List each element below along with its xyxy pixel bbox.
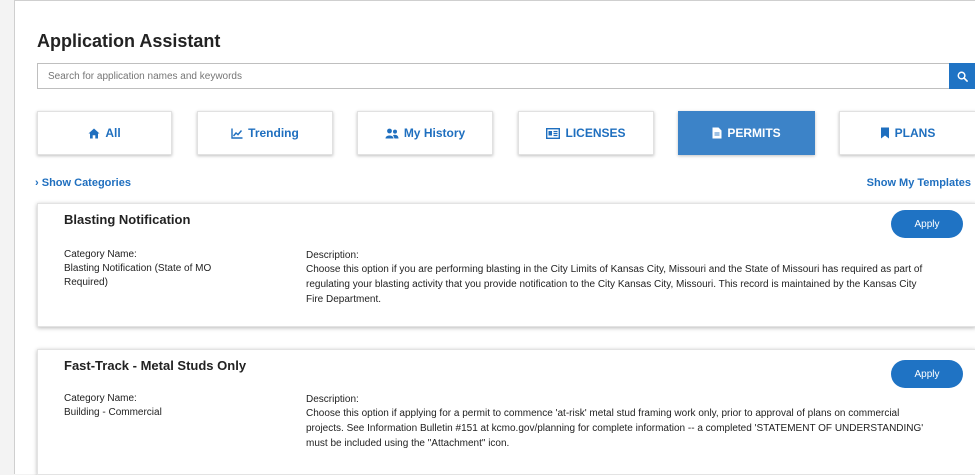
document-icon (712, 127, 722, 139)
tab-label: PLANS (894, 126, 936, 140)
tab-label: Trending (248, 126, 299, 140)
tab-label: LICENSES (565, 126, 626, 140)
home-icon (88, 128, 100, 138)
description-heading: Description: (306, 394, 359, 405)
id-card-icon (546, 127, 561, 139)
category-tabs: All Trending My History LICENSES PERMITS… (37, 111, 975, 156)
description-text: Choose this option if applying for a per… (306, 408, 924, 449)
tab-plans[interactable]: PLANS (839, 111, 975, 155)
show-categories-link[interactable]: › Show Categories (35, 177, 131, 189)
chevron-right-icon: › (35, 177, 39, 189)
line-chart-icon (231, 128, 243, 139)
category-value: Building - Commercial (64, 407, 162, 418)
tab-trending[interactable]: Trending (197, 111, 333, 155)
tab-licenses[interactable]: LICENSES (518, 111, 654, 155)
search-button[interactable] (949, 63, 975, 89)
bookmark-icon (880, 127, 889, 139)
record-card: Fast-Track - Metal Studs Only Apply Cate… (37, 349, 975, 475)
tab-label: My History (403, 126, 466, 140)
search-icon (957, 71, 968, 82)
show-my-templates-link[interactable]: Show My Templates (867, 177, 971, 189)
category-value: Blasting Notification (State of MO Requi… (64, 263, 212, 288)
apply-button[interactable]: Apply (891, 210, 963, 238)
category-heading: Category Name: (64, 249, 137, 260)
page-title: Application Assistant (37, 31, 221, 51)
tab-label: PERMITS (727, 126, 781, 140)
description-text: Choose this option if you are performing… (306, 264, 923, 305)
category-heading: Category Name: (64, 393, 137, 404)
application-assistant-panel: Application Assistant All Trending My Hi… (14, 0, 975, 475)
tab-all[interactable]: All (37, 111, 172, 155)
users-icon (385, 128, 399, 138)
record-card: Blasting Notification Apply Category Nam… (37, 203, 975, 327)
record-title: Blasting Notification (64, 212, 191, 227)
show-categories-label: Show Categories (41, 177, 131, 189)
tab-label: All (105, 126, 121, 140)
record-title: Fast-Track - Metal Studs Only (64, 358, 247, 373)
tab-my-history[interactable]: My History (357, 111, 493, 155)
search-input[interactable] (37, 63, 949, 89)
description-heading: Description: (306, 250, 359, 261)
tab-permits[interactable]: PERMITS (678, 111, 815, 155)
apply-button[interactable]: Apply (891, 360, 963, 388)
